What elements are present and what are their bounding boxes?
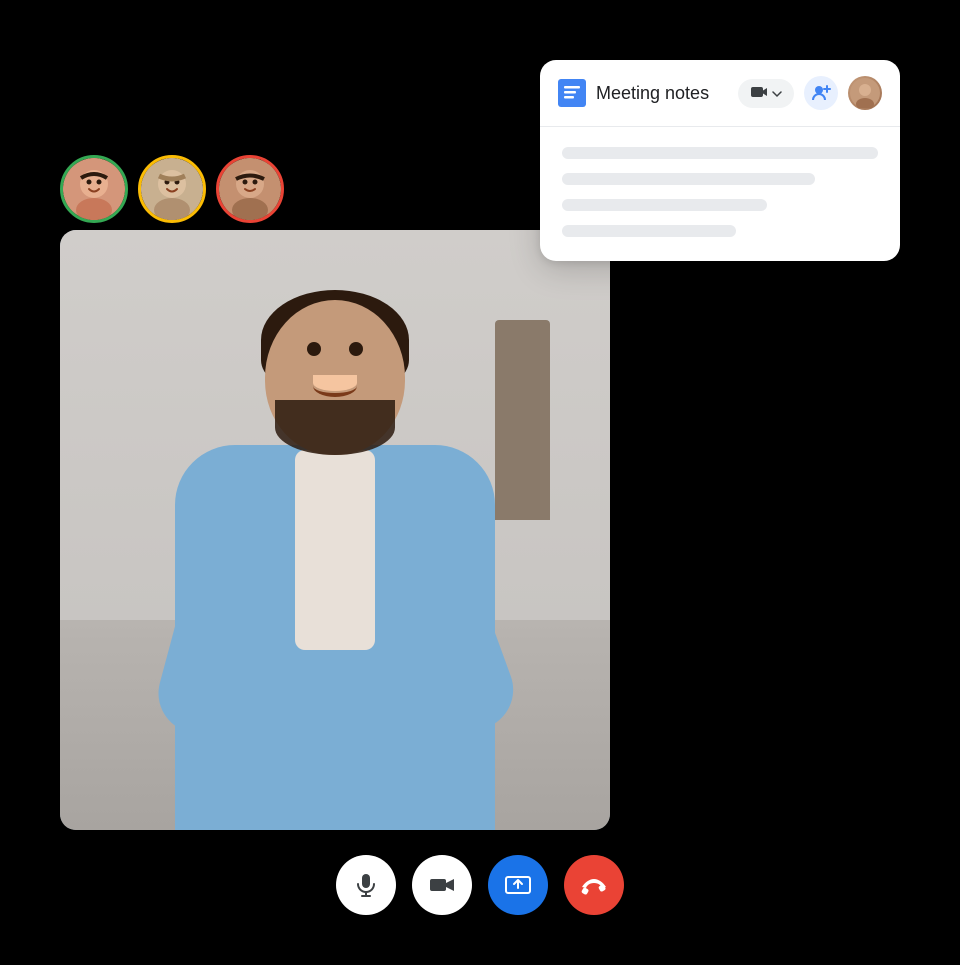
- person-beard: [275, 400, 395, 455]
- avatar-svg-1: [63, 158, 125, 220]
- notes-panel: Meeting notes: [540, 60, 900, 261]
- camera-icon-small: [750, 85, 768, 102]
- end-call-icon: [580, 875, 608, 895]
- microphone-button[interactable]: [336, 855, 396, 915]
- notes-content: [540, 127, 900, 261]
- user-avatar-button[interactable]: [848, 76, 882, 110]
- notes-header: Meeting notes: [540, 60, 900, 127]
- add-person-button[interactable]: [804, 76, 838, 110]
- person-right-eye: [349, 342, 363, 356]
- scene: Meeting notes: [0, 0, 960, 965]
- participant-avatar-2[interactable]: [138, 155, 206, 223]
- person-left-eye: [307, 342, 321, 356]
- text-line-3: [562, 199, 767, 211]
- participant-avatar-1[interactable]: [60, 155, 128, 223]
- participant-avatar-3[interactable]: [216, 155, 284, 223]
- avatar-face-2: [141, 158, 203, 220]
- user-avatar-svg: [850, 78, 880, 108]
- add-person-icon: [811, 84, 831, 102]
- notes-title: Meeting notes: [596, 83, 728, 104]
- participants-row: [60, 155, 284, 223]
- chevron-down-icon: [772, 85, 782, 101]
- control-bar: [336, 855, 624, 915]
- person-shirt-inner: [295, 450, 375, 650]
- camera-toggle-button[interactable]: [738, 79, 794, 108]
- share-screen-button[interactable]: [488, 855, 548, 915]
- video-background: [60, 230, 610, 830]
- person-figure: [125, 270, 545, 830]
- share-screen-icon: [505, 874, 531, 896]
- avatar-svg-3: [219, 158, 281, 220]
- avatar-face-1: [63, 158, 125, 220]
- avatar-svg-2: [141, 158, 203, 220]
- text-line-2: [562, 173, 815, 185]
- text-line-1: [562, 147, 878, 159]
- end-call-button[interactable]: [564, 855, 624, 915]
- avatar-face-3: [219, 158, 281, 220]
- text-line-4: [562, 225, 736, 237]
- docs-icon: [558, 79, 586, 107]
- person-smile: [313, 375, 357, 397]
- camera-icon: [429, 876, 455, 894]
- microphone-icon: [355, 873, 377, 897]
- video-container: [60, 230, 610, 830]
- camera-button[interactable]: [412, 855, 472, 915]
